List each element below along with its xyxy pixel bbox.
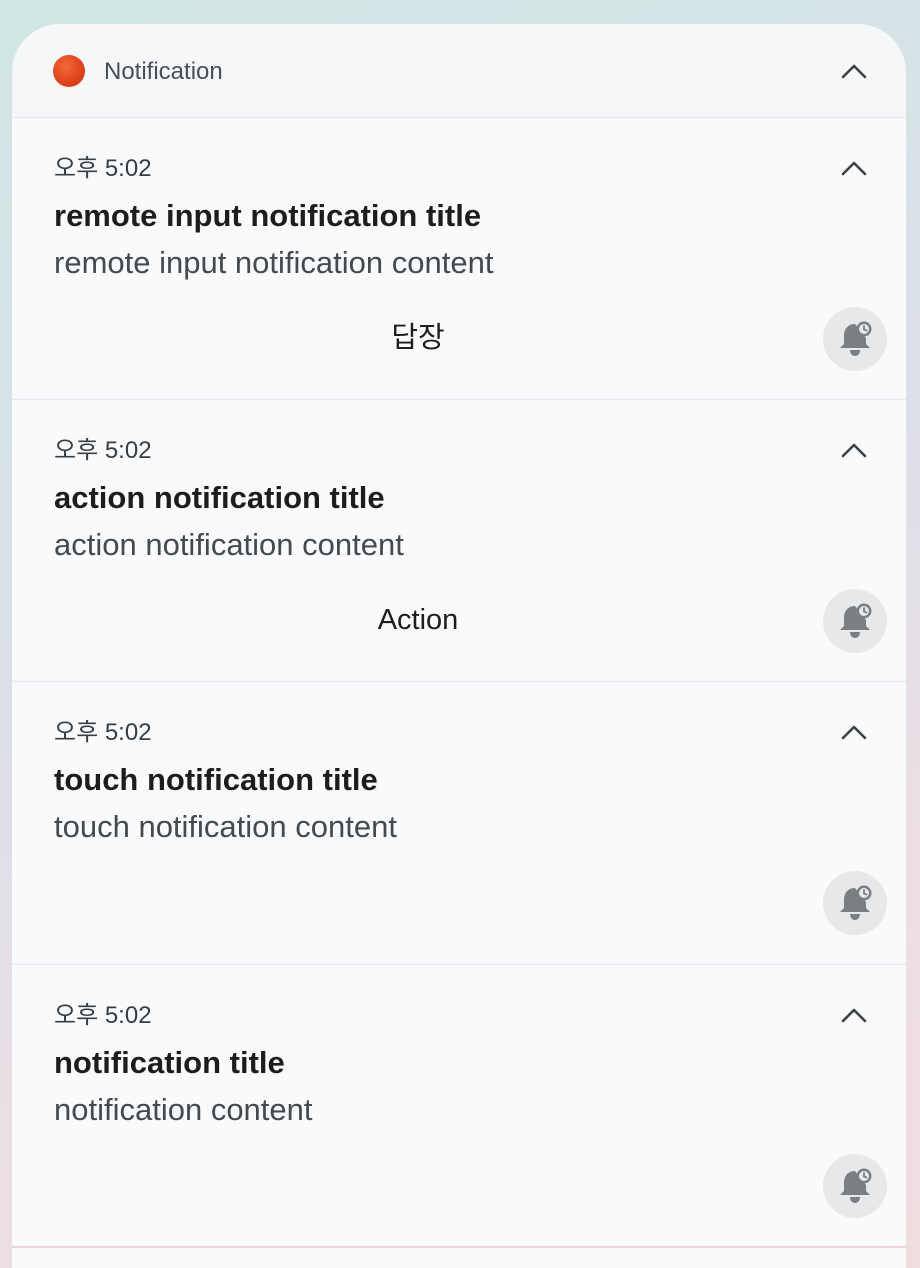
reply-action-button[interactable]: 답장 [54, 321, 782, 355]
snooze-bell-icon [840, 603, 872, 638]
notification-time: 오후 5:02 [54, 1002, 152, 1029]
next-notification-card-edge [12, 1246, 906, 1268]
notification-card[interactable]: 오후 5:02 remote input notification title … [12, 117, 906, 398]
notification-card[interactable]: 오후 5:02 notification title notification … [12, 964, 906, 1245]
snooze-button[interactable] [823, 589, 887, 653]
notification-time: 오후 5:02 [54, 719, 152, 746]
notification-content: action notification content [54, 527, 404, 562]
app-icon [53, 55, 85, 87]
notification-title: touch notification title [54, 762, 378, 797]
chevron-up-icon[interactable] [841, 442, 867, 458]
chevron-up-icon[interactable] [841, 724, 867, 740]
notification-card[interactable]: 오후 5:02 touch notification title touch n… [12, 681, 906, 962]
notification-content: notification content [54, 1092, 313, 1127]
notification-title: action notification title [54, 480, 385, 515]
chevron-up-icon[interactable] [841, 1007, 867, 1023]
notification-content: touch notification content [54, 809, 397, 844]
snooze-bell-icon [840, 885, 872, 920]
snooze-button[interactable] [823, 1154, 887, 1218]
app-name: Notification [104, 58, 223, 85]
notification-card[interactable]: 오후 5:02 action notification title action… [12, 399, 906, 680]
notification-panel: Notification 오후 5:02 remote input notifi… [12, 24, 906, 1268]
snooze-bell-icon [840, 1168, 872, 1203]
notification-title: notification title [54, 1045, 285, 1080]
snooze-bell-icon [840, 321, 872, 356]
snooze-button[interactable] [823, 871, 887, 935]
snooze-button[interactable] [823, 307, 887, 371]
action-button[interactable]: Action [54, 603, 782, 637]
notification-title: remote input notification title [54, 198, 482, 233]
chevron-up-icon[interactable] [841, 63, 867, 79]
chevron-up-icon[interactable] [841, 160, 867, 176]
notification-time: 오후 5:02 [54, 155, 152, 182]
app-group-header[interactable]: Notification [12, 24, 906, 117]
notification-time: 오후 5:02 [54, 437, 152, 464]
notification-content: remote input notification content [54, 245, 494, 280]
